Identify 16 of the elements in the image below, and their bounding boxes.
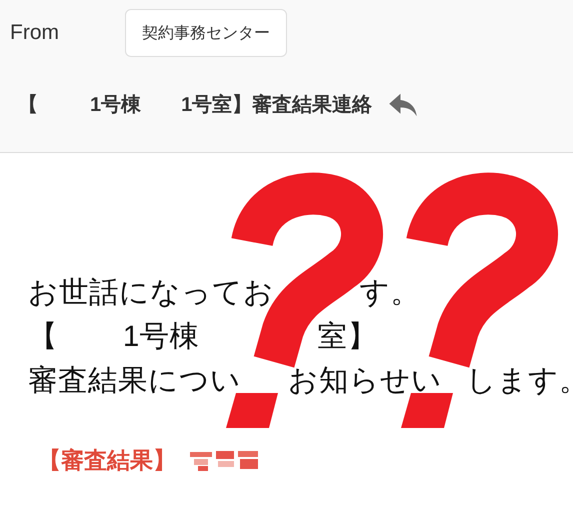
from-label: From <box>10 21 60 45</box>
sender-chip[interactable]: 契約事務センター <box>125 9 287 57</box>
redacted-text-drawing <box>190 448 260 472</box>
body-text: 【 <box>28 319 58 355</box>
body-text: す。 <box>360 275 421 311</box>
subject-text: 1号室】審査結果連絡 <box>181 92 372 118</box>
body-text: 審査結果につい <box>28 363 241 399</box>
subject-text: 【 <box>18 93 38 118</box>
body-text: お世話になってお <box>28 275 274 311</box>
result-label: 【審査結果】 <box>38 446 176 475</box>
body-text: 1号棟 <box>122 319 200 355</box>
body-text: お知らせい <box>288 363 442 399</box>
subject-text: 1号棟 <box>90 93 142 118</box>
body-text: 室】 <box>317 319 378 355</box>
reply-icon[interactable] <box>388 92 418 118</box>
body-text: します。 <box>466 363 573 399</box>
